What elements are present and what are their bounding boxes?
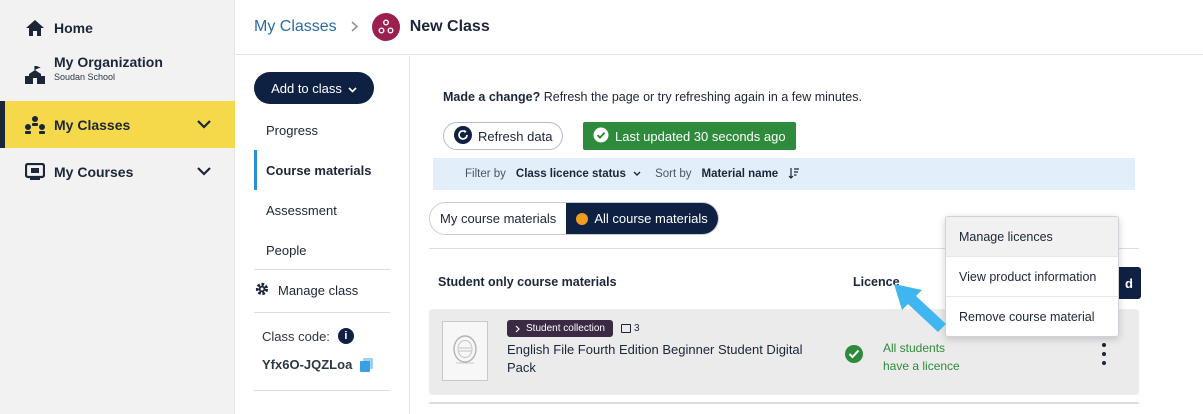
tab-my-course-materials-label: My course materials — [440, 211, 557, 226]
chevron-down-icon[interactable] — [197, 116, 211, 134]
filter-licence-status-select[interactable]: Class licence status — [516, 168, 641, 180]
product-count-value: 3 — [633, 323, 640, 334]
breadcrumb: My Classes New Class — [236, 0, 1203, 55]
refresh-data-label: Refresh data — [478, 128, 553, 144]
product-count: 3 — [620, 323, 640, 334]
tab-all-course-materials-label: All course materials — [594, 211, 708, 226]
class-tab-people[interactable]: People — [254, 230, 392, 270]
product-cover-image — [442, 321, 488, 381]
nav-organization-label: My Organization — [54, 54, 163, 70]
student-collection-tag[interactable]: Student collection — [507, 320, 613, 337]
last-updated-text: Last updated 30 seconds ago — [615, 128, 786, 144]
gear-icon — [254, 281, 270, 300]
tab-my-course-materials[interactable]: My course materials — [430, 203, 567, 234]
filter-licence-status-value: Class licence status — [515, 168, 626, 180]
add-to-class-label: Add to class — [271, 80, 342, 96]
nav-my-classes[interactable]: My Classes — [0, 101, 235, 148]
collection-tag-row: Student collection 3 — [507, 320, 640, 337]
check-circle-icon — [845, 345, 863, 363]
more-options-icon[interactable] — [1097, 343, 1111, 365]
menu-remove-course-material[interactable]: Remove course material — [946, 297, 1118, 336]
divider — [429, 402, 1139, 404]
chevron-down-icon — [348, 81, 357, 96]
page-title: New Class — [409, 18, 490, 35]
school-icon — [24, 64, 46, 86]
courses-icon — [24, 161, 46, 183]
device-icon — [620, 324, 631, 333]
menu-view-product-information[interactable]: View product information — [946, 257, 1118, 297]
copy-icon[interactable] — [360, 357, 374, 372]
info-dot-icon — [576, 212, 589, 225]
nav-my-courses[interactable]: My Courses — [0, 154, 235, 190]
manage-class-button[interactable]: Manage class — [254, 278, 358, 302]
class-navigation: Add to class Progress Course materials A… — [236, 56, 410, 414]
sort-material-name-select[interactable]: Material name — [702, 168, 779, 180]
class-tab-assessment[interactable]: Assessment — [254, 190, 392, 230]
filter-bar: Filter by Class licence status Sort by M… — [433, 158, 1135, 190]
materials-tabs: My course materials All course materials — [429, 202, 719, 235]
refresh-data-button[interactable]: Refresh data — [443, 122, 564, 150]
tab-all-course-materials[interactable]: All course materials — [566, 203, 718, 234]
course-materials-panel: Made a change? Refresh the page or try r… — [411, 56, 1203, 414]
nav-home-label: Home — [54, 20, 93, 36]
classes-icon — [24, 114, 46, 136]
sort-by-label: Sort by — [655, 168, 692, 180]
divider — [254, 390, 390, 391]
divider — [254, 312, 390, 313]
licence-column-header: Licence — [853, 275, 900, 289]
class-tab-progress[interactable]: Progress — [254, 110, 392, 150]
info-icon[interactable]: i — [337, 328, 354, 344]
product-title[interactable]: English File Fourth Edition Beginner Stu… — [507, 341, 807, 377]
refresh-notice: Made a change? Refresh the page or try r… — [443, 90, 862, 104]
nav-organization-school: Soudan School — [54, 72, 116, 82]
refresh-notice-text: Refresh the page or try refreshing again… — [540, 90, 862, 104]
class-code: Yfx6O-JQZLoa — [262, 357, 374, 372]
divider — [254, 269, 390, 270]
nav-organization[interactable]: My Organization Soudan School — [0, 54, 235, 96]
nav-my-courses-label: My Courses — [54, 164, 134, 180]
manage-class-label: Manage class — [278, 282, 359, 298]
sort-order-icon[interactable] — [788, 167, 800, 182]
chevron-right-icon — [515, 325, 520, 332]
section-title: Student only course materials — [438, 275, 617, 289]
add-to-class-button[interactable]: Add to class — [254, 72, 374, 104]
check-circle-icon — [593, 127, 609, 146]
filter-by-label: Filter by — [465, 168, 506, 180]
refresh-notice-bold: Made a change? — [443, 90, 541, 104]
main-navigation: Home My Organization Soudan School My Cl… — [0, 0, 235, 414]
student-collection-label: Student collection — [526, 323, 605, 334]
context-menu: Manage licences View product information… — [945, 216, 1119, 337]
home-icon — [24, 17, 46, 39]
chevron-down-icon — [633, 171, 641, 176]
class-code-value: Yfx6O-JQZLoa — [262, 357, 353, 372]
licence-status: All students have a licence — [883, 341, 960, 373]
chevron-right-icon — [351, 20, 358, 35]
menu-manage-licences[interactable]: Manage licences — [946, 217, 1118, 257]
class-icon — [371, 13, 400, 41]
class-tab-course-materials[interactable]: Course materials — [254, 150, 392, 190]
refresh-icon — [454, 125, 472, 147]
nav-my-classes-label: My Classes — [54, 116, 131, 133]
class-code-label-text: Class code: — [262, 328, 330, 344]
chevron-down-icon[interactable] — [197, 163, 211, 181]
class-code-label: Class code: i — [262, 328, 354, 344]
nav-home[interactable]: Home — [0, 10, 235, 46]
breadcrumb-my-classes[interactable]: My Classes — [254, 18, 337, 36]
last-updated-badge: Last updated 30 seconds ago — [583, 122, 796, 150]
